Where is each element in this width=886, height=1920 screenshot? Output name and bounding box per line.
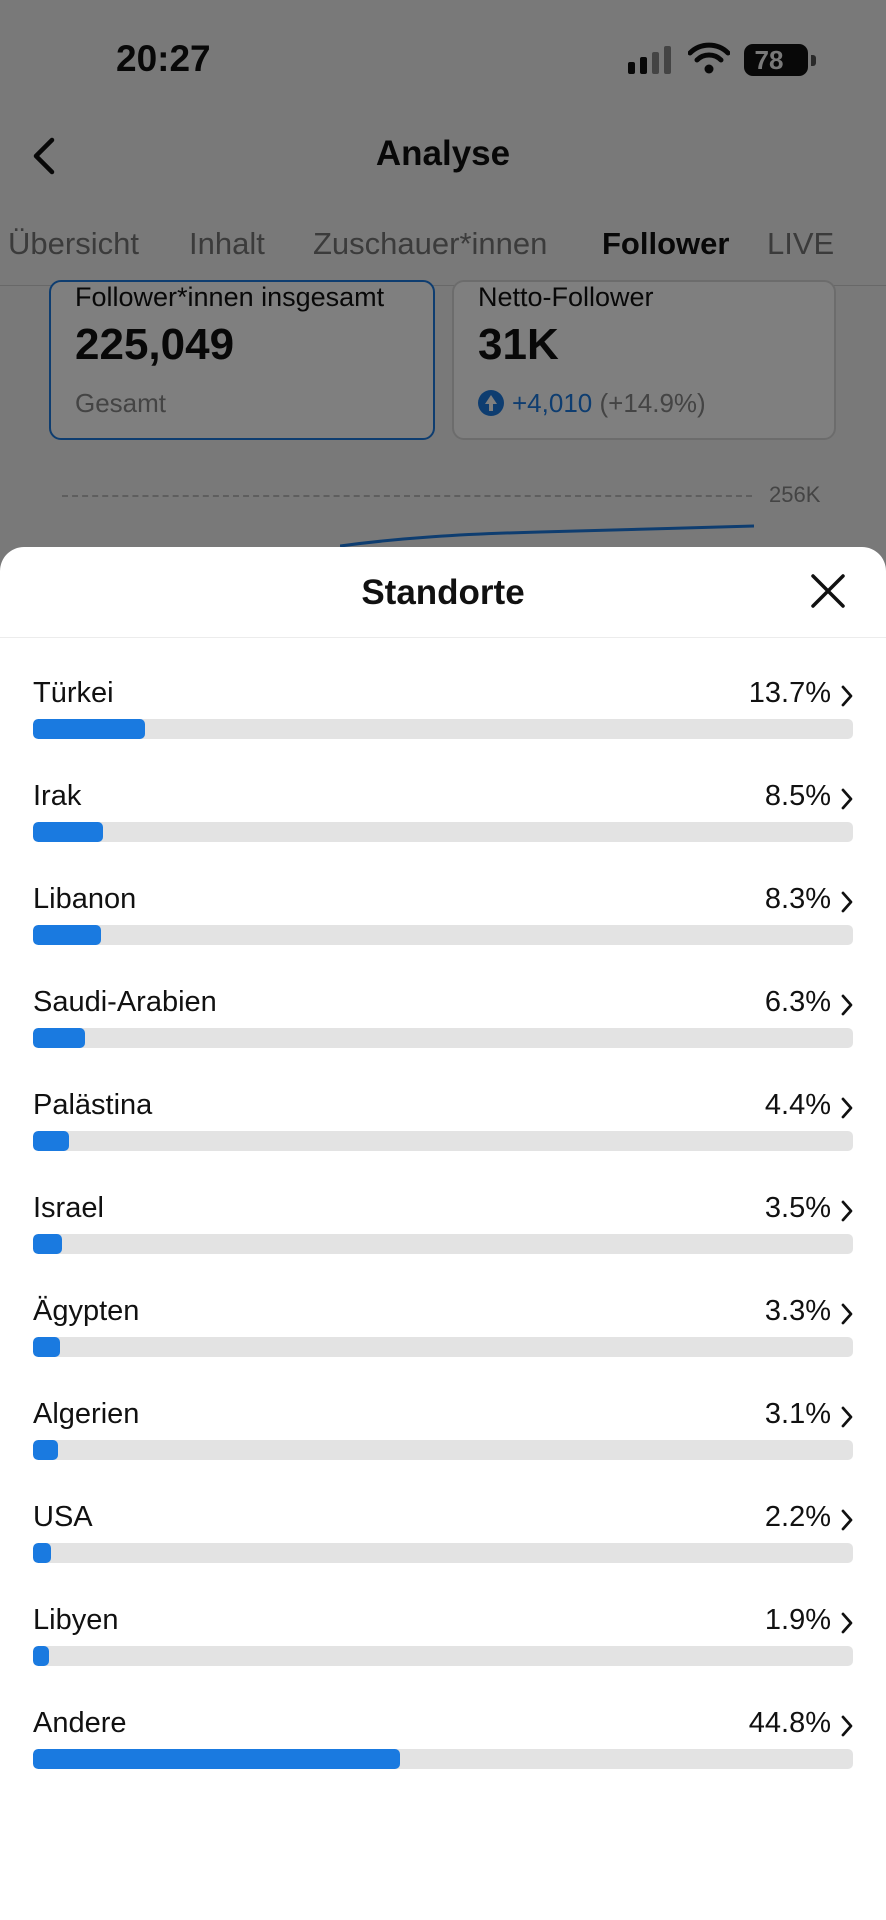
location-percent: 8.3% (764, 883, 831, 915)
chevron-right-icon[interactable] (840, 788, 854, 810)
chevron-right-icon[interactable] (840, 1612, 854, 1634)
location-percent: 1.9% (764, 1604, 831, 1636)
location-name: Saudi-Arabien (33, 986, 217, 1018)
location-name: Libanon (33, 883, 137, 915)
location-bar-track (33, 1543, 853, 1563)
location-percent: 13.7% (748, 677, 831, 709)
location-name: Israel (33, 1192, 104, 1224)
location-bar-fill (33, 1131, 70, 1151)
location-bar-fill (33, 925, 102, 945)
location-percent: 3.3% (764, 1295, 831, 1327)
location-percent: 6.3% (764, 986, 831, 1018)
location-bar-fill (33, 719, 146, 739)
locations-sheet: Standorte Türkei 13.7% Irak 8.5% Libanon 8.3%… (0, 547, 886, 1920)
sheet-title: Standorte (361, 573, 525, 612)
sheet-header: Standorte (0, 547, 886, 638)
location-percent: 2.2% (764, 1501, 831, 1533)
location-row[interactable]: Algerien 3.1% (0, 1398, 886, 1501)
location-row[interactable]: Libyen 1.9% (0, 1604, 886, 1707)
location-percent: 4.4% (764, 1089, 831, 1121)
location-name: Andere (33, 1707, 127, 1739)
chevron-right-icon[interactable] (840, 1509, 854, 1531)
location-percent: 3.1% (764, 1398, 831, 1430)
location-row[interactable]: Palästina 4.4% (0, 1089, 886, 1192)
chevron-right-icon[interactable] (840, 1715, 854, 1737)
location-bar-track (33, 1749, 853, 1769)
chevron-right-icon[interactable] (840, 1200, 854, 1222)
location-row[interactable]: USA 2.2% (0, 1501, 886, 1604)
chevron-right-icon[interactable] (840, 1097, 854, 1119)
location-percent: 3.5% (764, 1192, 831, 1224)
location-name: USA (33, 1501, 93, 1533)
location-bar-track (33, 1646, 853, 1666)
location-row[interactable]: Israel 3.5% (0, 1192, 886, 1295)
location-row[interactable]: Irak 8.5% (0, 780, 886, 883)
location-bar-track (33, 1234, 853, 1254)
location-bar-fill (33, 1028, 85, 1048)
location-name: Algerien (33, 1398, 140, 1430)
location-bar-fill (33, 1337, 61, 1357)
location-percent: 8.5% (764, 780, 831, 812)
location-bar-fill (33, 1440, 59, 1460)
close-icon[interactable] (810, 573, 846, 609)
location-name: Palästina (33, 1089, 153, 1121)
location-percent: 44.8% (748, 1707, 831, 1739)
location-row[interactable]: Ägypten 3.3% (0, 1295, 886, 1398)
location-name: Ägypten (33, 1295, 140, 1327)
location-bar-track (33, 719, 853, 739)
chevron-right-icon[interactable] (840, 891, 854, 913)
chevron-right-icon[interactable] (840, 685, 854, 707)
location-bar-fill (33, 1749, 401, 1769)
location-name: Libyen (33, 1604, 119, 1636)
location-bar-fill (33, 822, 103, 842)
chevron-right-icon[interactable] (840, 1406, 854, 1428)
location-bar-fill (33, 1543, 52, 1563)
location-bar-track (33, 1028, 853, 1048)
location-bar-fill (33, 1646, 49, 1666)
location-name: Irak (33, 780, 82, 812)
location-bar-track (33, 925, 853, 945)
location-bar-track (33, 822, 853, 842)
location-row[interactable]: Türkei 13.7% (0, 677, 886, 780)
location-row[interactable]: Andere 44.8% (0, 1707, 886, 1810)
location-row[interactable]: Libanon 8.3% (0, 883, 886, 986)
location-name: Türkei (33, 677, 114, 709)
chevron-right-icon[interactable] (840, 994, 854, 1016)
location-bar-track (33, 1337, 853, 1357)
location-bar-track (33, 1440, 853, 1460)
location-bar-track (33, 1131, 853, 1151)
chevron-right-icon[interactable] (840, 1303, 854, 1325)
location-bar-fill (33, 1234, 62, 1254)
location-row[interactable]: Saudi-Arabien 6.3% (0, 986, 886, 1089)
